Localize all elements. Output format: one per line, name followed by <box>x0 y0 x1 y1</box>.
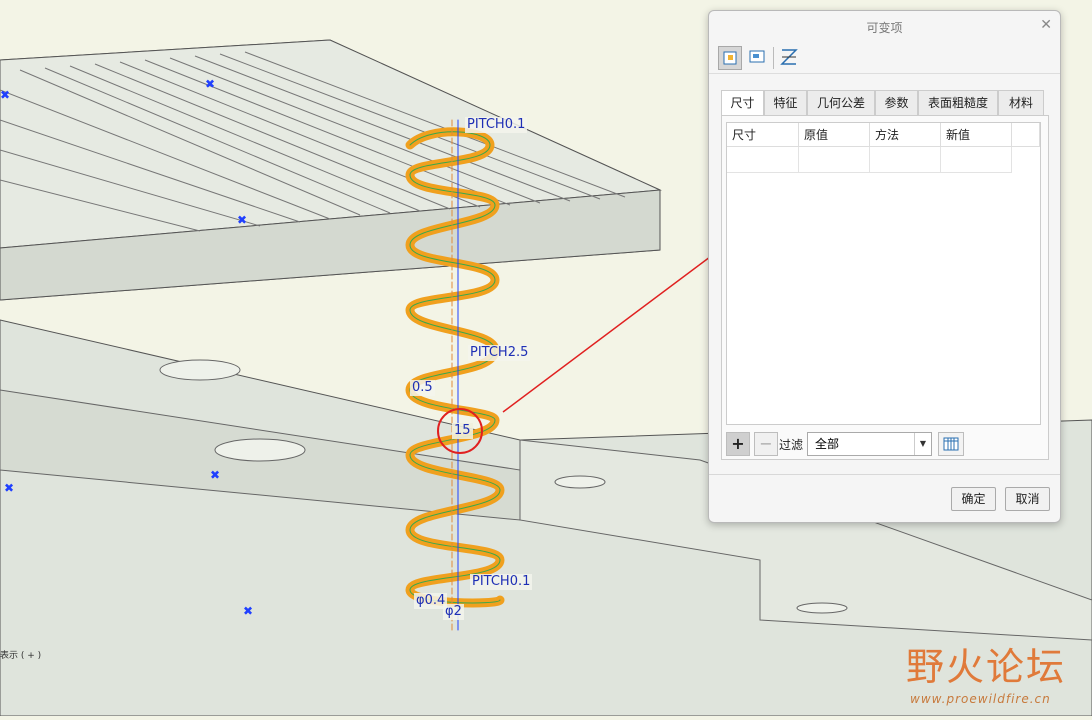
table-cell[interactable] <box>727 147 799 173</box>
chevron-down-icon[interactable]: ▼ <box>914 433 931 455</box>
tab-dimension[interactable]: 尺寸 <box>721 90 764 116</box>
diameter-label-2[interactable]: φ2 <box>443 604 464 620</box>
feature-mode-icon[interactable] <box>746 46 770 70</box>
column-header-original[interactable]: 原值 <box>799 123 870 147</box>
tab-panel: 尺寸 原值 方法 新值 + − 过滤 全部 ▼ <box>721 115 1049 460</box>
variable-items-dialog: 可变项 ✕ 尺寸 特征 几何公差 参数 表面粗糙度 材料 尺寸 原值 方法 新值 <box>708 10 1061 523</box>
pattern-mode-icon[interactable] <box>778 46 802 70</box>
dim-mid-label[interactable]: 0.5 <box>410 380 435 396</box>
tab-surface-finish[interactable]: 表面粗糙度 <box>918 90 998 115</box>
svg-text:✖: ✖ <box>0 88 10 102</box>
pitch-mid-label[interactable]: PITCH2.5 <box>468 345 531 361</box>
filter-label: 过滤 <box>779 438 804 452</box>
svg-text:✖: ✖ <box>205 77 215 91</box>
svg-text:✖: ✖ <box>237 213 247 227</box>
watermark-url: www.proewildfire.cn <box>910 692 1051 706</box>
pitch-top-label[interactable]: PITCH0.1 <box>465 117 528 133</box>
table-columns-icon[interactable] <box>938 432 964 456</box>
watermark-title: 野火论坛 <box>906 645 1067 689</box>
remove-button[interactable]: − <box>754 432 778 456</box>
dialog-divider <box>709 474 1060 475</box>
svg-text:✖: ✖ <box>243 604 253 618</box>
variables-table[interactable]: 尺寸 原值 方法 新值 <box>726 122 1041 425</box>
column-header-dimension[interactable]: 尺寸 <box>727 123 799 147</box>
dialog-toolbar <box>709 43 1060 74</box>
column-header-extra <box>1012 123 1040 147</box>
toolbar-separator <box>773 47 774 69</box>
dimension-mode-icon[interactable] <box>718 46 742 70</box>
filter-select-value: 全部 <box>815 437 840 451</box>
pitch-bottom-label[interactable]: PITCH0.1 <box>470 574 533 590</box>
filter-select[interactable]: 全部 ▼ <box>807 432 932 456</box>
close-icon[interactable]: ✕ <box>1040 17 1052 33</box>
table-cell[interactable] <box>870 147 941 173</box>
add-button[interactable]: + <box>726 432 750 456</box>
cancel-button[interactable]: 取消 <box>1005 487 1050 511</box>
table-cell[interactable] <box>941 147 1012 173</box>
svg-text:✖: ✖ <box>4 481 14 495</box>
column-header-new-value[interactable]: 新值 <box>941 123 1012 147</box>
svg-text:✖: ✖ <box>210 468 220 482</box>
upper-plate <box>0 39 662 301</box>
dim-center-label[interactable]: 15 <box>452 423 473 439</box>
status-text: 表示 ( + ) <box>0 651 42 661</box>
tab-gtol[interactable]: 几何公差 <box>807 90 875 115</box>
tab-feature[interactable]: 特征 <box>764 90 807 115</box>
tab-material[interactable]: 材料 <box>998 90 1044 115</box>
tab-parameters[interactable]: 参数 <box>875 90 918 115</box>
dialog-title: 可变项 <box>866 21 903 35</box>
column-header-method[interactable]: 方法 <box>870 123 941 147</box>
table-cell[interactable] <box>799 147 870 173</box>
ok-button[interactable]: 确定 <box>951 487 996 511</box>
watermark-logo: 野火论坛 www.proewildfire.cn <box>906 636 1082 712</box>
